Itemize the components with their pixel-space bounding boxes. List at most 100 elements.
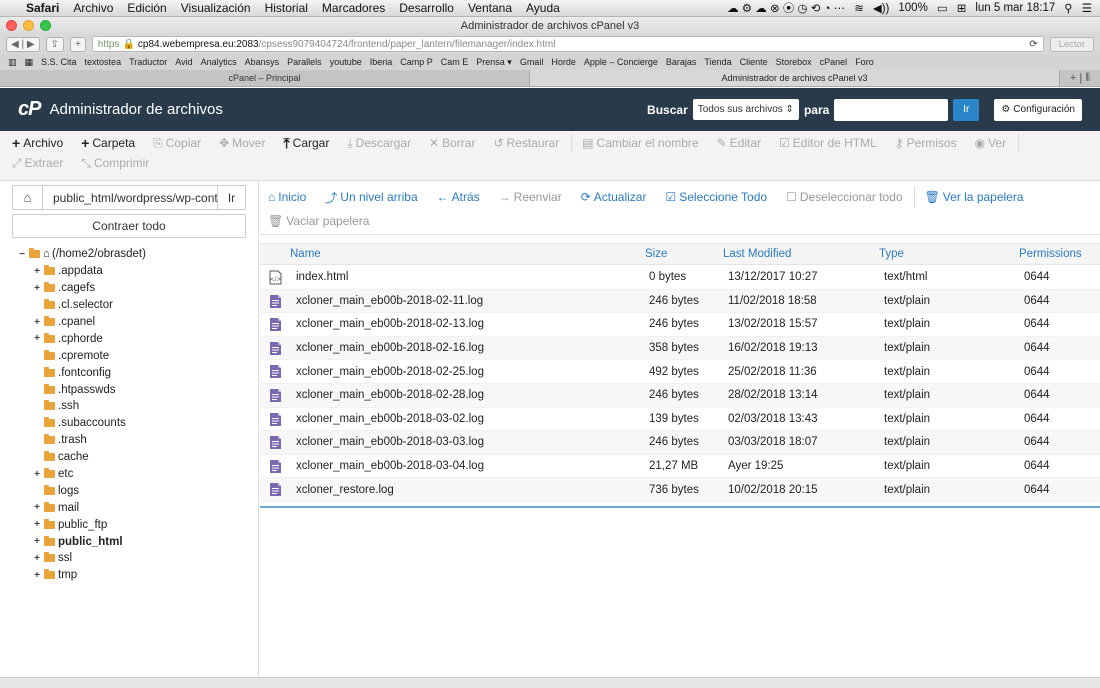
tree-folder[interactable]: .ssh [32, 398, 253, 415]
clock[interactable]: lun 5 mar 18:17 [975, 2, 1055, 14]
nav-vaciar-papelera-button[interactable]: 🗑 Vaciar papelera [268, 209, 369, 233]
reader-button[interactable]: Lector [1049, 36, 1094, 52]
table-row[interactable]: xcloner_main_eb00b-2018-02-13.log 246 byt… [260, 313, 1100, 337]
tab-cpanel-principal[interactable]: cPanel – Principal [0, 70, 530, 86]
volume-icon[interactable]: ◀︎)) [873, 1, 890, 15]
tree-folder[interactable]: + etc [32, 466, 253, 483]
toolbar-cambiar-el-nombre-button[interactable]: ▤ Cambiar el nombre [582, 133, 698, 153]
nav-reenviar-button[interactable]: → Reenviar [499, 185, 562, 209]
column-permissions[interactable]: Permissions [1019, 248, 1082, 260]
nav-ver-la-papelera-button[interactable]: 🗑 Ver la papelera [925, 185, 1024, 209]
table-row[interactable]: xcloner_main_eb00b-2018-02-28.log 246 byt… [260, 383, 1100, 408]
close-window-button[interactable] [6, 20, 17, 31]
expand-icon[interactable]: + [32, 469, 42, 480]
sidebar-toggle-icon[interactable]: ▥ [8, 57, 17, 68]
tree-folder[interactable]: .subaccounts [32, 415, 253, 432]
tab-file-manager[interactable]: Administrador de archivos cPanel v3 [530, 70, 1060, 86]
tree-folder[interactable]: + mail [32, 499, 253, 516]
expand-icon[interactable]: + [32, 317, 42, 328]
bookmark-item[interactable]: Horde [551, 57, 576, 67]
reload-icon[interactable]: ⟳ [1029, 39, 1037, 50]
zoom-window-button[interactable] [40, 20, 51, 31]
back-forward-buttons[interactable]: ◀ | ▶ [6, 36, 40, 52]
tree-folder[interactable]: logs [32, 482, 253, 499]
toolbar-borrar-button[interactable]: ✕ Borrar [429, 133, 475, 153]
path-input[interactable]: public_html/wordpress/wp-cont [43, 191, 217, 205]
expand-icon[interactable]: + [32, 266, 42, 277]
bookmark-item[interactable]: Prensa ▾ [476, 57, 512, 68]
nav-deseleccionar-todo-button[interactable]: ☐ Deseleccionar todo [786, 185, 903, 209]
expand-icon[interactable]: + [32, 333, 42, 344]
tree-folder[interactable]: .fontconfig [32, 364, 253, 381]
bookmark-item[interactable]: Barajas [666, 57, 697, 67]
nav-un-nivel-arriba-button[interactable]: ⤴ Un nivel arriba [325, 185, 417, 209]
bookmark-item[interactable]: Gmail [520, 57, 544, 67]
bookmark-item[interactable]: Foro [855, 57, 874, 67]
collapse-all-button[interactable]: Contraer todo [12, 214, 246, 238]
search-scope-select[interactable]: Todos sus archivos ⇕ [692, 99, 799, 120]
collapse-icon[interactable]: − [17, 249, 27, 260]
table-row[interactable]: </> index.html 0 bytes 13/12/2017 10:27 text… [260, 266, 1100, 290]
toolbar-mover-button[interactable]: ✥ Mover [219, 133, 265, 153]
table-row[interactable]: xcloner_main_eb00b-2018-02-16.log 358 byt… [260, 336, 1100, 361]
expand-icon[interactable]: + [32, 570, 42, 581]
bookmark-item[interactable]: cPanel [820, 57, 848, 67]
notification-center-icon[interactable]: ☰ [1082, 1, 1092, 15]
table-row[interactable]: xcloner_main_eb00b-2018-03-04.log 21,27 M… [260, 455, 1100, 479]
bookmark-item[interactable]: Tienda [704, 57, 731, 67]
column-size[interactable]: Size [645, 248, 667, 260]
toolbar-editar-button[interactable]: ✎ Editar [717, 133, 761, 153]
toolbar-editor-de-html-button[interactable]: ☑ Editor de HTML [779, 133, 877, 153]
new-tab-button[interactable]: + [69, 36, 86, 52]
nav-inicio-button[interactable]: ⌂ Inicio [268, 185, 306, 209]
tree-folder[interactable]: .cpremote [32, 347, 253, 364]
path-go-button[interactable]: Ir [217, 186, 245, 209]
battery-status[interactable]: 100% [898, 2, 927, 14]
tree-folder[interactable]: .trash [32, 432, 253, 449]
toolbar-cargar-button[interactable]: ⤒ Cargar [283, 133, 329, 153]
bookmark-item[interactable]: Iberia [370, 57, 393, 67]
table-row[interactable]: xcloner_main_eb00b-2018-03-03.log 246 byt… [260, 431, 1100, 455]
tree-folder[interactable]: cache [32, 449, 253, 466]
nav-atrás-button[interactable]: ← Atrás [437, 185, 480, 209]
toolbar-restaurar-button[interactable]: ↺ Restaurar [493, 133, 559, 153]
home-icon[interactable]: ⌂ [13, 186, 43, 209]
bookmark-item[interactable]: Parallels [287, 57, 322, 67]
tree-folder[interactable]: + .appdata [32, 263, 253, 280]
tree-folder[interactable]: + tmp [32, 567, 253, 584]
bookmark-item[interactable]: textostea [85, 57, 122, 67]
menu-marcadores[interactable]: Marcadores [322, 1, 385, 15]
settings-button[interactable]: ⚙ Configuración [994, 98, 1082, 121]
tree-folder[interactable]: + public_ftp [32, 516, 253, 533]
menu-archivo[interactable]: Archivo [73, 1, 113, 15]
battery-icon[interactable]: ▭ [937, 1, 948, 15]
table-row[interactable]: xcloner_main_eb00b-2018-02-25.log 492 byt… [260, 360, 1100, 384]
menu-edicion[interactable]: Edición [127, 1, 166, 15]
minimize-window-button[interactable] [23, 20, 34, 31]
bookmark-item[interactable]: youtube [330, 57, 362, 67]
top-sites-icon[interactable]: ▦ [25, 57, 34, 68]
expand-icon[interactable]: + [32, 519, 42, 530]
status-icons[interactable]: ☁ ⚙ ☁ ⊗ ⦿ ◷ ⟲ ◔ ⋯ [727, 0, 845, 16]
tree-folder[interactable]: + .cpanel [32, 314, 253, 331]
column-last-modified[interactable]: Last Modified [723, 248, 791, 260]
expand-icon[interactable]: + [32, 283, 42, 294]
column-name[interactable]: Name [290, 248, 321, 260]
menu-desarrollo[interactable]: Desarrollo [399, 1, 454, 15]
expand-icon[interactable]: + [32, 502, 42, 513]
toolbar-descargar-button[interactable]: ⤓ Descargar [347, 133, 411, 153]
toolbar-extraer-button[interactable]: ⤢ Extraer [12, 153, 63, 173]
search-input[interactable] [834, 98, 949, 121]
bookmark-item[interactable]: Analytics [201, 57, 237, 67]
bookmark-item[interactable]: S.S. Cita [41, 57, 77, 67]
bookmark-item[interactable]: Cliente [740, 57, 768, 67]
address-bar[interactable]: https 🔒 cp84.webempresa.eu:2083 /cpsess9… [91, 36, 1044, 52]
toolbar-comprimir-button[interactable]: ⤡ Comprimir [81, 153, 149, 173]
menu-ventana[interactable]: Ventana [468, 1, 512, 15]
table-row[interactable]: xcloner_restore.log 736 bytes 10/02/2018 2… [260, 478, 1100, 502]
bookmark-item[interactable]: Camp P [400, 57, 433, 67]
share-button[interactable]: ⇪ [45, 36, 64, 52]
spotlight-icon[interactable]: ⚲ [1064, 1, 1072, 15]
expand-icon[interactable]: + [32, 553, 42, 564]
expand-icon[interactable]: + [32, 536, 42, 547]
